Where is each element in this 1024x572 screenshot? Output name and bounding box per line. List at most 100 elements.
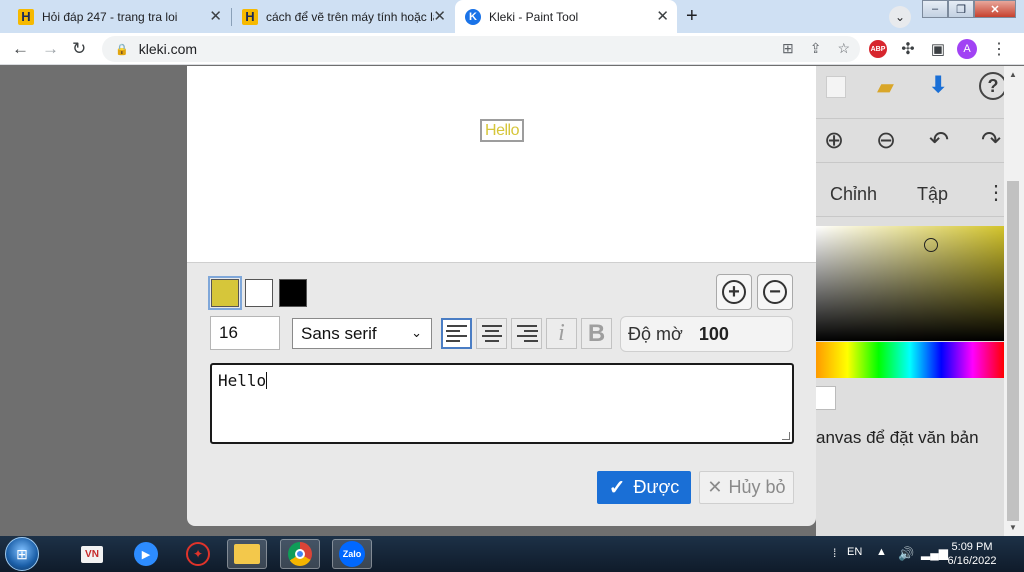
- color-picker-cursor[interactable]: [924, 238, 938, 252]
- color-saturation-field[interactable]: [816, 226, 1004, 341]
- redo-icon[interactable]: ↷: [981, 126, 1001, 155]
- opacity-value: 100: [698, 323, 729, 344]
- text-caret: [266, 372, 268, 389]
- taskbar: ⊞ VN ▶ ✦ Zalo ⁞ EN ▲ 🔊 ▂▄▆ 5:09 PM 6/16/…: [0, 536, 1024, 572]
- page-scrollbar[interactable]: ▲ ▼: [1004, 66, 1024, 536]
- chevron-down-icon[interactable]: ⌄: [889, 6, 911, 28]
- align-right-button[interactable]: [511, 318, 542, 349]
- forward-icon[interactable]: →: [42, 39, 59, 59]
- ok-button[interactable]: ✓ Được: [597, 471, 691, 504]
- cancel-button[interactable]: ✕ Hủy bỏ: [699, 471, 794, 504]
- align-center-button[interactable]: [476, 318, 507, 349]
- ok-label: Được: [633, 477, 680, 497]
- profile-avatar[interactable]: A: [957, 39, 977, 59]
- tab-adjust[interactable]: Chỉnh: [830, 184, 877, 205]
- volume-icon[interactable]: 🔊: [898, 546, 914, 562]
- tab-strip: H Hỏi đáp 247 - trang tra loi ✕ H cách đ…: [0, 0, 1024, 33]
- adblock-icon[interactable]: ABP: [869, 40, 887, 58]
- tab-title: cách để vẽ trên máy tính hoặc lap: [266, 9, 434, 24]
- help-icon[interactable]: ?: [979, 72, 1007, 100]
- system-clock[interactable]: 5:09 PM 6/16/2022: [940, 540, 1004, 568]
- hoidap-icon: H: [242, 8, 258, 25]
- kleki-tool-panel: ▰ ⬇ ? ⊕ ⊖ ↶ ↷ Chỉnh Tập ⋮ anvas để đặt v…: [816, 66, 1007, 536]
- resize-grip-icon[interactable]: [782, 432, 790, 440]
- address-bar[interactable]: 🔒 kleki.com ⊞ ⇪ ☆: [102, 36, 860, 62]
- tab-title: Hỏi đáp 247 - trang tra loi: [42, 9, 178, 24]
- checkmark-icon: ✓: [608, 477, 626, 499]
- window-close-icon[interactable]: ✕: [974, 0, 1016, 18]
- scrollbar-thumb[interactable]: [1007, 181, 1019, 521]
- tab-hoidap[interactable]: H Hỏi đáp 247 - trang tra loi ✕: [0, 0, 230, 33]
- undo-icon[interactable]: ↶: [929, 126, 949, 155]
- game-icon[interactable]: ✦: [178, 539, 218, 569]
- close-icon: ✕: [707, 477, 723, 497]
- bold-button[interactable]: B: [581, 318, 612, 349]
- more-vertical-icon[interactable]: ⋮: [986, 180, 1006, 205]
- tray-expand-icon[interactable]: ▲: [876, 546, 887, 558]
- extensions-puzzle-icon[interactable]: ✣: [899, 40, 917, 58]
- divider: [816, 216, 1004, 217]
- close-tab-icon[interactable]: ✕: [209, 9, 222, 24]
- url-text: kleki.com: [138, 41, 198, 57]
- divider: [816, 118, 1004, 119]
- color-input[interactable]: [816, 386, 836, 410]
- increase-size-button[interactable]: +: [716, 274, 752, 310]
- divider: [816, 162, 1004, 163]
- preview-text: Hello: [480, 119, 524, 142]
- zoom-icon[interactable]: ▶: [126, 539, 166, 569]
- tab-title: Kleki - Paint Tool: [489, 9, 579, 24]
- new-file-icon[interactable]: [826, 76, 846, 98]
- text-tool-hint: anvas để đặt văn bản: [816, 428, 979, 447]
- folder-icon[interactable]: ▰: [877, 74, 894, 100]
- text-input-value: Hello: [218, 371, 267, 390]
- hue-slider[interactable]: [816, 342, 1004, 378]
- color-swatch-black[interactable]: [279, 279, 307, 307]
- cancel-label: Hủy bỏ: [728, 477, 786, 497]
- zalo-label: Zalo: [339, 541, 365, 567]
- tab-cach-de-ve[interactable]: H cách để vẽ trên máy tính hoặc lap ✕: [232, 0, 454, 33]
- hoidap-icon: H: [18, 8, 34, 25]
- decrease-size-button[interactable]: −: [757, 274, 793, 310]
- unikey-icon[interactable]: VN: [72, 539, 112, 569]
- italic-button[interactable]: i: [546, 318, 577, 349]
- color-swatch-white[interactable]: [245, 279, 273, 307]
- text-input-area[interactable]: Hello: [210, 363, 794, 444]
- bookmark-star-icon[interactable]: ☆: [837, 40, 850, 57]
- reload-icon[interactable]: ↻: [72, 39, 86, 59]
- minimize-icon[interactable]: –: [922, 0, 948, 18]
- share-icon[interactable]: ⇪: [810, 40, 822, 57]
- font-size-input[interactable]: 16: [210, 316, 280, 350]
- zalo-icon[interactable]: Zalo: [332, 539, 372, 569]
- back-icon[interactable]: ←: [12, 39, 29, 59]
- lock-icon: 🔒: [115, 43, 129, 56]
- font-family-select[interactable]: Sans serif ⌄: [292, 318, 432, 349]
- new-tab-icon[interactable]: +: [686, 6, 698, 26]
- file-explorer-icon[interactable]: [227, 539, 267, 569]
- scroll-up-icon[interactable]: ▲: [1009, 70, 1017, 79]
- kebab-menu-icon[interactable]: ⋮: [990, 40, 1008, 58]
- font-family-value: Sans serif: [301, 324, 377, 343]
- download-icon[interactable]: ⬇: [929, 72, 947, 98]
- tab-layers[interactable]: Tập: [917, 184, 948, 205]
- close-tab-icon[interactable]: ✕: [433, 9, 446, 24]
- browser-toolbar: ← → ↻ 🔒 kleki.com ⊞ ⇪ ☆ ABP ✣ ▣ A ⋮: [0, 33, 1024, 65]
- kleki-icon: K: [465, 8, 481, 25]
- side-panel-icon[interactable]: ▣: [929, 40, 947, 58]
- align-left-button[interactable]: [441, 318, 472, 349]
- opacity-label: Độ mờ: [628, 323, 683, 344]
- start-button[interactable]: ⊞: [5, 537, 39, 571]
- chevron-down-icon: ⌄: [411, 325, 422, 340]
- chrome-icon[interactable]: [280, 539, 320, 569]
- zoom-in-icon[interactable]: ⊕: [824, 126, 844, 155]
- text-tool-dialog: Hello + − 16 Sans serif ⌄ i B Độ mờ 100 …: [187, 66, 816, 526]
- translate-icon[interactable]: ⊞: [782, 40, 794, 57]
- color-swatch-yellow[interactable]: [208, 276, 242, 310]
- scroll-down-icon[interactable]: ▼: [1009, 523, 1017, 532]
- clock-date: 6/16/2022: [947, 555, 997, 567]
- close-tab-icon[interactable]: ✕: [656, 9, 669, 24]
- opacity-slider[interactable]: Độ mờ 100: [620, 316, 793, 352]
- restore-icon[interactable]: ❐: [948, 0, 974, 18]
- zoom-out-icon[interactable]: ⊖: [876, 126, 896, 155]
- tab-kleki[interactable]: K Kleki - Paint Tool ✕: [455, 0, 677, 33]
- language-indicator[interactable]: EN: [847, 546, 862, 558]
